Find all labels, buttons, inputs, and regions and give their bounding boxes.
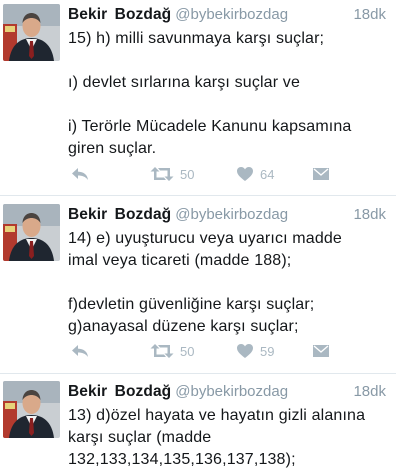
display-name[interactable]: Bekir Bozdağ <box>68 6 171 23</box>
tweet[interactable]: Bekir Bozdağ @bybekirbozdag 18dk 14) e) u… <box>0 200 396 374</box>
dm-icon <box>312 343 330 359</box>
retweet-button[interactable]: 50 <box>150 164 194 184</box>
display-name[interactable]: Bekir Bozdağ <box>68 206 171 223</box>
retweet-count: 50 <box>180 343 195 359</box>
tweet-text: 15) h) milli savunmaya karşı suçlar; ı) … <box>68 30 352 157</box>
retweet-icon <box>150 166 174 182</box>
reply-button[interactable] <box>70 164 90 184</box>
like-count: 59 <box>260 343 275 359</box>
tweet-text: 13) d)özel hayata ve hayatın gizli alanı… <box>68 407 366 468</box>
heart-icon <box>236 343 254 359</box>
avatar[interactable] <box>3 204 60 261</box>
tweet-header: Bekir Bozdağ @bybekirbozdag 18dk <box>68 6 388 26</box>
avatar[interactable] <box>3 381 60 438</box>
avatar[interactable] <box>3 4 60 61</box>
retweet-count: 50 <box>180 166 195 182</box>
tweet-text: 14) e) uyuşturucu veya uyarıcı madde ima… <box>68 230 342 335</box>
heart-icon <box>236 166 254 182</box>
timestamp[interactable]: 18dk <box>353 206 386 223</box>
tweet-actions: 50 59 <box>68 341 388 361</box>
like-button[interactable]: 59 <box>236 341 274 361</box>
dm-icon <box>312 166 330 182</box>
reply-button[interactable] <box>70 341 90 361</box>
tweet-header: Bekir Bozdağ @bybekirbozdag 18dk <box>68 383 388 403</box>
reply-icon <box>70 343 90 359</box>
username[interactable]: @bybekirbozdag <box>175 6 288 23</box>
like-button[interactable]: 64 <box>236 164 274 184</box>
tweet-header: Bekir Bozdağ @bybekirbozdag 18dk <box>68 206 388 226</box>
retweet-icon <box>150 343 174 359</box>
dm-button[interactable] <box>312 341 330 361</box>
display-name[interactable]: Bekir Bozdağ <box>68 383 171 400</box>
dm-button[interactable] <box>312 164 330 184</box>
username[interactable]: @bybekirbozdag <box>175 206 288 223</box>
retweet-button[interactable]: 50 <box>150 341 194 361</box>
tweet[interactable]: Bekir Bozdağ @bybekirbozdag 18dk 13) d)öz… <box>0 377 396 469</box>
reply-icon <box>70 166 90 182</box>
tweet-actions: 50 64 <box>68 164 388 184</box>
like-count: 64 <box>260 166 275 182</box>
tweet[interactable]: Bekir Bozdağ @bybekirbozdag 18dk 15) h) m… <box>0 0 396 196</box>
username[interactable]: @bybekirbozdag <box>175 383 288 400</box>
timestamp[interactable]: 18dk <box>353 383 386 400</box>
timestamp[interactable]: 18dk <box>353 6 386 23</box>
